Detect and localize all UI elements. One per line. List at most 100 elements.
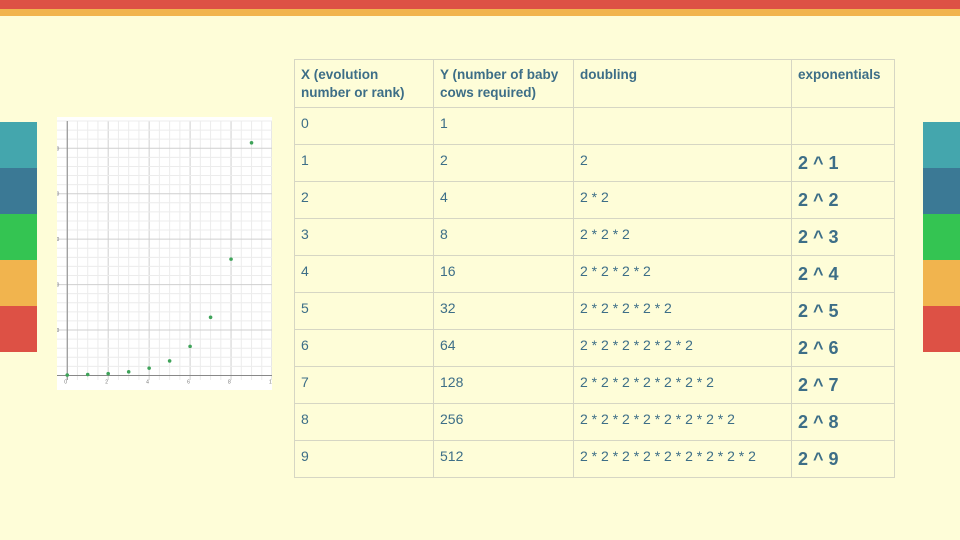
cell-y: 4 (433, 181, 574, 219)
cell-y-text: 32 (440, 300, 456, 316)
right-color-bar (923, 122, 960, 352)
header-doubling: doubling (573, 59, 792, 108)
cell-doubling (573, 107, 792, 145)
data-point (85, 372, 90, 377)
x-tick-label: 1 (269, 379, 272, 385)
cell-y-text: 4 (440, 189, 448, 205)
cell-x-text: 9 (301, 448, 309, 464)
cell-x-text: 8 (301, 411, 309, 427)
table-row: 6 64 2 * 2 * 2 * 2 * 2 * 2 2 ^ 6 (294, 329, 895, 367)
scatter-plot-svg: 0 2 4 6 8 1 100 200 300 400 500 (57, 120, 272, 385)
cell-x-text: 2 (301, 189, 309, 205)
left-bar-segment-teal (0, 122, 37, 168)
cell-x-text: 1 (301, 152, 309, 168)
y-tick-label: 300 (57, 237, 59, 243)
cell-y-text: 2 (440, 152, 448, 168)
cell-exponential-text: 2 ^ 8 (798, 412, 839, 432)
cell-x-text: 7 (301, 374, 309, 390)
cell-exponential-text: 2 ^ 4 (798, 264, 839, 284)
cell-y: 16 (433, 255, 574, 293)
cell-doubling-text: 2 * 2 * 2 * 2 * 2 (580, 300, 672, 316)
cell-x-text: 0 (301, 115, 309, 131)
cell-x: 3 (294, 218, 434, 256)
cell-doubling: 2 (573, 144, 792, 182)
top-stripe-orange (0, 9, 960, 16)
cell-exponential: 2 ^ 3 (791, 218, 895, 256)
data-point (167, 359, 172, 363)
right-bar-segment-teal (923, 122, 960, 168)
cell-x-text: 3 (301, 226, 309, 242)
left-bar-segment-green (0, 214, 37, 260)
cell-x-text: 5 (301, 300, 309, 316)
table-row: 9 512 2 * 2 * 2 * 2 * 2 * 2 * 2 * 2 * 2 2 ^… (294, 440, 895, 478)
cell-doubling-text: 2 * 2 * 2 * 2 * 2 * 2 * 2 * 2 * 2 (580, 448, 756, 464)
cell-y: 2 (433, 144, 574, 182)
right-bar-segment-orange (923, 260, 960, 306)
cell-y-text: 1 (440, 115, 448, 131)
exponential-table: X (evolution number or rank) Y (number o… (294, 59, 895, 478)
cell-exponential: 2 ^ 4 (791, 255, 895, 293)
table-row: 5 32 2 * 2 * 2 * 2 * 2 2 ^ 5 (294, 292, 895, 330)
cell-y-text: 512 (440, 448, 464, 464)
header-doubling-text: doubling (580, 67, 637, 82)
cell-y: 1 (433, 107, 574, 145)
cell-exponential: 2 ^ 1 (791, 144, 895, 182)
data-point (208, 315, 213, 320)
cell-x: 7 (294, 366, 434, 404)
table-header-row: X (evolution number or rank) Y (number o… (294, 59, 895, 108)
data-point (126, 370, 131, 374)
x-tick-label: 8 (228, 379, 231, 385)
cell-exponential (791, 107, 895, 145)
header-x: X (evolution number or rank) (294, 59, 434, 108)
data-point (229, 257, 233, 261)
cell-doubling: 2 * 2 * 2 * 2 * 2 * 2 * 2 * 2 * 2 (573, 440, 792, 478)
cell-x-text: 4 (301, 263, 309, 279)
left-bar-segment-orange (0, 260, 37, 306)
header-y-text: Y (number of baby cows required) (440, 67, 559, 100)
cell-y: 32 (433, 292, 574, 330)
cell-x: 8 (294, 403, 434, 441)
cell-x: 5 (294, 292, 434, 330)
cell-y-text: 64 (440, 337, 456, 353)
cell-x: 0 (294, 107, 434, 145)
header-y: Y (number of baby cows required) (433, 59, 574, 108)
cell-doubling: 2 * 2 * 2 * 2 * 2 * 2 * 2 (573, 366, 792, 404)
cell-y: 128 (433, 366, 574, 404)
x-tick-label: 0 (64, 379, 67, 385)
cell-y: 64 (433, 329, 574, 367)
right-bar-segment-red (923, 306, 960, 352)
data-point (249, 141, 254, 145)
cell-exponential-text: 2 ^ 9 (798, 449, 839, 469)
cell-y: 512 (433, 440, 574, 478)
table-row: 4 16 2 * 2 * 2 * 2 2 ^ 4 (294, 255, 895, 293)
cell-y-text: 16 (440, 263, 456, 279)
x-tick-label: 2 (105, 379, 108, 385)
cell-x: 4 (294, 255, 434, 293)
data-point (65, 373, 70, 377)
cell-x: 6 (294, 329, 434, 367)
cell-doubling-text: 2 * 2 (580, 189, 609, 205)
cell-x-text: 6 (301, 337, 309, 353)
header-exponentials-text: exponentials (798, 67, 881, 82)
cell-x: 1 (294, 144, 434, 182)
cell-doubling: 2 * 2 * 2 * 2 * 2 * 2 * 2 * 2 (573, 403, 792, 441)
cell-exponential-text: 2 ^ 3 (798, 227, 839, 247)
cell-doubling-text: 2 * 2 * 2 * 2 (580, 263, 651, 279)
y-tick-label: 500 (57, 146, 59, 152)
table-row: 8 256 2 * 2 * 2 * 2 * 2 * 2 * 2 * 2 2 ^ 8 (294, 403, 895, 441)
data-point (147, 366, 151, 370)
cell-doubling: 2 * 2 (573, 181, 792, 219)
header-exponentials: exponentials (791, 59, 895, 108)
top-stripe-red (0, 0, 960, 9)
cell-x: 9 (294, 440, 434, 478)
cell-doubling: 2 * 2 * 2 * 2 (573, 255, 792, 293)
cell-exponential: 2 ^ 6 (791, 329, 895, 367)
table-row: 7 128 2 * 2 * 2 * 2 * 2 * 2 * 2 2 ^ 7 (294, 366, 895, 404)
cell-exponential: 2 ^ 5 (791, 292, 895, 330)
y-tick-label: 100 (57, 328, 59, 334)
cell-doubling-text: 2 * 2 * 2 * 2 * 2 * 2 (580, 337, 693, 353)
right-bar-segment-green (923, 214, 960, 260)
table-row: 3 8 2 * 2 * 2 2 ^ 3 (294, 218, 895, 256)
header-x-text: X (evolution number or rank) (301, 67, 405, 100)
scatter-plot: 0 2 4 6 8 1 100 200 300 400 500 (57, 117, 272, 390)
